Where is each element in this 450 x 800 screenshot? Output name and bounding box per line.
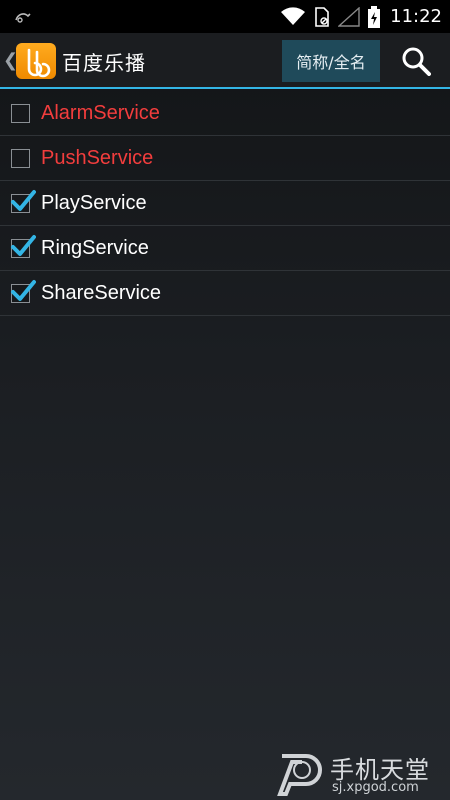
checkbox[interactable] [11,190,36,213]
page-title: 百度乐播 [62,51,146,75]
battery-charging-icon [368,5,381,28]
baidu-lebo-logo-icon[interactable] [16,43,56,79]
service-label: ShareService [41,282,162,304]
checkmark-icon [11,190,36,211]
xpgod-logo-icon [277,754,322,796]
list-item[interactable]: AlarmService [0,91,450,136]
status-bar: 11:22 [0,0,450,33]
name-toggle-button[interactable]: 简称/全名 [282,40,380,82]
checkbox[interactable] [11,280,36,303]
list-item[interactable]: ShareService [0,271,450,316]
signal-icon [338,6,360,27]
wifi-icon [280,6,306,27]
service-label: AlarmService [41,102,160,124]
checkbox[interactable] [11,149,30,168]
watermark-url: sj.xpgod.com [332,780,419,795]
search-icon[interactable] [396,43,436,79]
notification-icon [14,9,32,23]
action-bar: ❮ 百度乐播 简称/全名 [0,33,450,89]
service-label: PushService [41,147,154,169]
checkmark-icon [11,235,36,256]
checkmark-icon [11,280,36,301]
service-label: PlayService [41,192,147,214]
watermark: 手机天堂 sj.xpgod.com [272,748,450,800]
list-item[interactable]: RingService [0,226,450,271]
status-time: 11:22 [390,6,442,27]
checkbox[interactable] [11,104,30,123]
service-label: RingService [41,237,149,259]
service-list: AlarmService PushService PlayService Rin… [0,91,450,316]
checkbox[interactable] [11,235,36,258]
sim-icon [314,6,330,27]
list-item[interactable]: PlayService [0,181,450,226]
list-item[interactable]: PushService [0,136,450,181]
